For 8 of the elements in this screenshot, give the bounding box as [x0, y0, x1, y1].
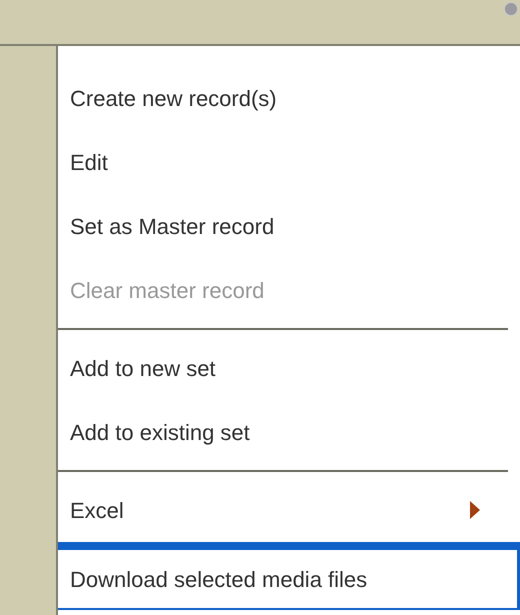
menu-item[interactable]: Create new record(s): [58, 66, 520, 130]
round-button-icon[interactable]: [504, 2, 518, 16]
menu-item[interactable]: Download selected media files: [58, 542, 520, 610]
menu-item[interactable]: Set as Master record: [58, 194, 520, 258]
menu-item[interactable]: Add to new set: [58, 336, 520, 400]
menu-item[interactable]: Add to existing set: [58, 400, 520, 464]
menu-item[interactable]: Edit: [58, 130, 520, 194]
menu-item[interactable]: Excel: [58, 478, 520, 542]
